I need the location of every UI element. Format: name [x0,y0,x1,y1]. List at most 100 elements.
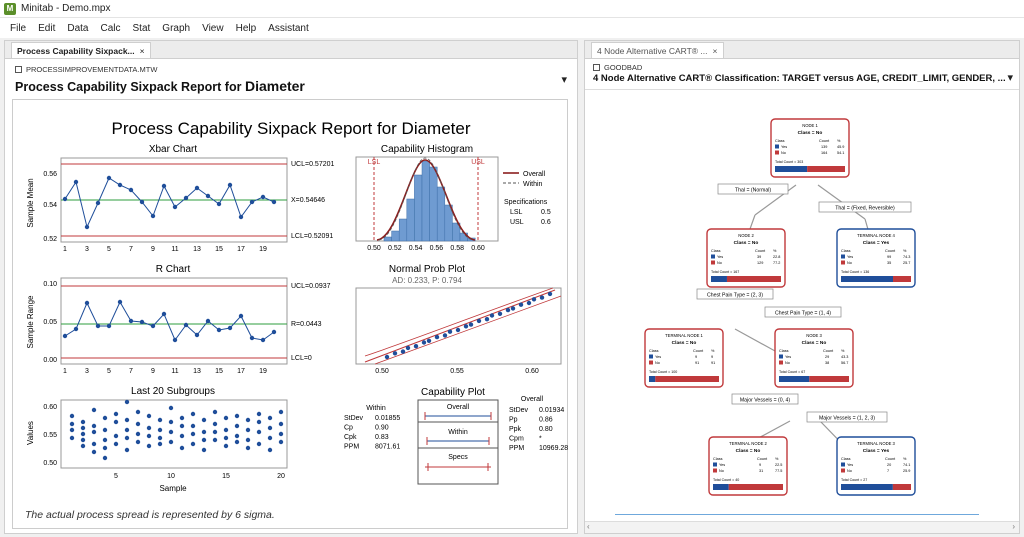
node-total: Total Count = 100 [649,370,677,374]
close-icon[interactable]: × [713,46,718,56]
histogram-bar [436,186,446,242]
sample-point [212,437,218,443]
close-icon[interactable]: × [140,46,145,56]
node-title: NODE 2 [738,233,754,238]
normprob-xtick: 0.50 [375,368,389,375]
xbar-center-label: X=0.54646 [291,197,325,204]
sample-point [124,417,130,423]
sample-point [80,419,86,425]
worksheet-label: GOODBAD [593,63,642,72]
tree-node-n2t[interactable]: TERMINAL NODE 2Class = NoClass Count %Yes 9… [708,436,788,496]
sample-point [80,425,86,431]
node-class-swatch [841,254,845,259]
report-menu-dropdown[interactable]: ▾ [1007,71,1013,84]
node-col-header: Count [755,249,766,253]
split-label: Major Vessels = (0, 4) [731,393,799,405]
sample-point [102,437,108,443]
scroll-right-icon[interactable]: › [1012,522,1015,531]
x-tick-label: 11 [171,368,178,375]
x-tick-label: 13 [193,368,201,375]
prob-point [510,306,516,311]
prob-point [405,345,411,351]
horizontal-scrollbar[interactable] [585,521,1019,533]
tree-node-n1t[interactable]: TERMINAL NODE 1Class = NoClass Count %Yes 9… [644,328,724,388]
tree-node-n1[interactable]: NODE 1Class = NoClass Count %Yes 139 45.9No 1… [770,118,850,178]
menu-graph[interactable]: Graph [156,23,196,34]
node-row-count: 20 [887,463,891,467]
sample-point [256,419,262,425]
prob-point [497,311,503,316]
chart-point [117,299,123,305]
prob-point [518,302,524,307]
node-total: Total Count = 136 [841,270,869,274]
node-total: Total Count = 27 [841,478,867,482]
tree-node-n4[interactable]: TERMINAL NODE 4Class = YesClass Count %Yes… [836,228,916,288]
tree-node-n2[interactable]: NODE 2Class = NoClass Count %Yes 39 22.8No 12… [706,228,786,288]
tree-node-n3[interactable]: NODE 3Class = NoClass Count %Yes 29 43.3No 38… [774,328,854,388]
x-tick-label: 9 [151,246,155,253]
node-bar-yes [649,376,656,382]
capplot-overall-head: Overall [521,396,544,403]
node-class: Class = Yes [863,448,890,454]
sixpack-main-title: Process Capability Sixpack Report for Di… [111,119,470,138]
prob-point [434,334,440,340]
scroll-left-icon[interactable]: ‹ [587,522,590,531]
sample-point [135,431,141,437]
tree-node-n3t[interactable]: TERMINAL NODE 3Class = YesClass Count %Yes… [836,436,916,496]
menu-view[interactable]: View [196,23,230,34]
split-text: Thal = (Normal) [735,188,771,194]
sample-point [190,411,196,417]
r-plot-area [60,277,288,365]
report-title-prefix: Process Capability Sixpack Report for [15,80,245,94]
x-tick-label: 15 [215,368,223,375]
sample-point [179,433,185,439]
menu-data[interactable]: Data [61,23,94,34]
tab-process-capability[interactable]: Process Capability Sixpack... × [11,42,151,58]
node-col-header: Class [779,349,789,353]
chart-point [271,199,277,205]
node-col-header: Count [693,349,704,353]
r-title: R Chart [156,264,191,275]
node-row-count: 99 [887,255,891,259]
spec-usl-value: 0.6 [541,219,551,226]
chart-point [128,187,134,193]
last20-xlabel: Sample [159,484,187,493]
right-tab-strip: 4 Node Alternative CART® ... × [585,41,1019,59]
x-tick-label: 15 [215,246,223,253]
xbar-ylabel: Sample Mean [26,178,35,227]
node-class-swatch [779,360,783,365]
sample-point [278,431,284,437]
xbar-lcl-label: LCL=0.52091 [291,233,333,240]
prob-point [384,354,390,360]
capplot-overall-stat-value: 0.86 [539,417,553,424]
normprob-ci-upper [364,287,554,357]
report-menu-dropdown[interactable]: ▾ [561,73,567,86]
sample-point [190,423,196,429]
spec-title: Specifications [504,199,548,206]
menu-file[interactable]: File [4,23,32,34]
node-title: TERMINAL NODE 2 [729,441,767,446]
histogram-bar [429,166,438,242]
node-row-class: Yes [719,463,725,467]
prob-point [526,300,532,306]
menu-assistant[interactable]: Assistant [262,23,315,34]
capplot-within-stat-value: 0.90 [375,425,389,432]
histogram-bar [398,218,408,242]
node-bar-yes [841,276,894,282]
node-col-header: Class [775,139,785,143]
x-tick-label: 5 [107,368,111,375]
sample-point [146,443,152,449]
menu-stat[interactable]: Stat [127,23,157,34]
menu-calc[interactable]: Calc [94,23,126,34]
node-row-pct: 9 [711,355,713,359]
node-row-class: Yes [847,255,853,259]
menu-edit[interactable]: Edit [32,23,61,34]
node-class: Class = Yes [863,240,890,246]
hist-x-tick: 0.52 [388,245,402,252]
capplot-overall-stat-name: Cpm [509,436,524,443]
menu-help[interactable]: Help [230,23,263,34]
tab-cart-classification[interactable]: 4 Node Alternative CART® ... × [591,42,724,58]
node-row-count: 164 [821,151,827,155]
chart-point [84,224,90,230]
sample-point [124,447,130,453]
